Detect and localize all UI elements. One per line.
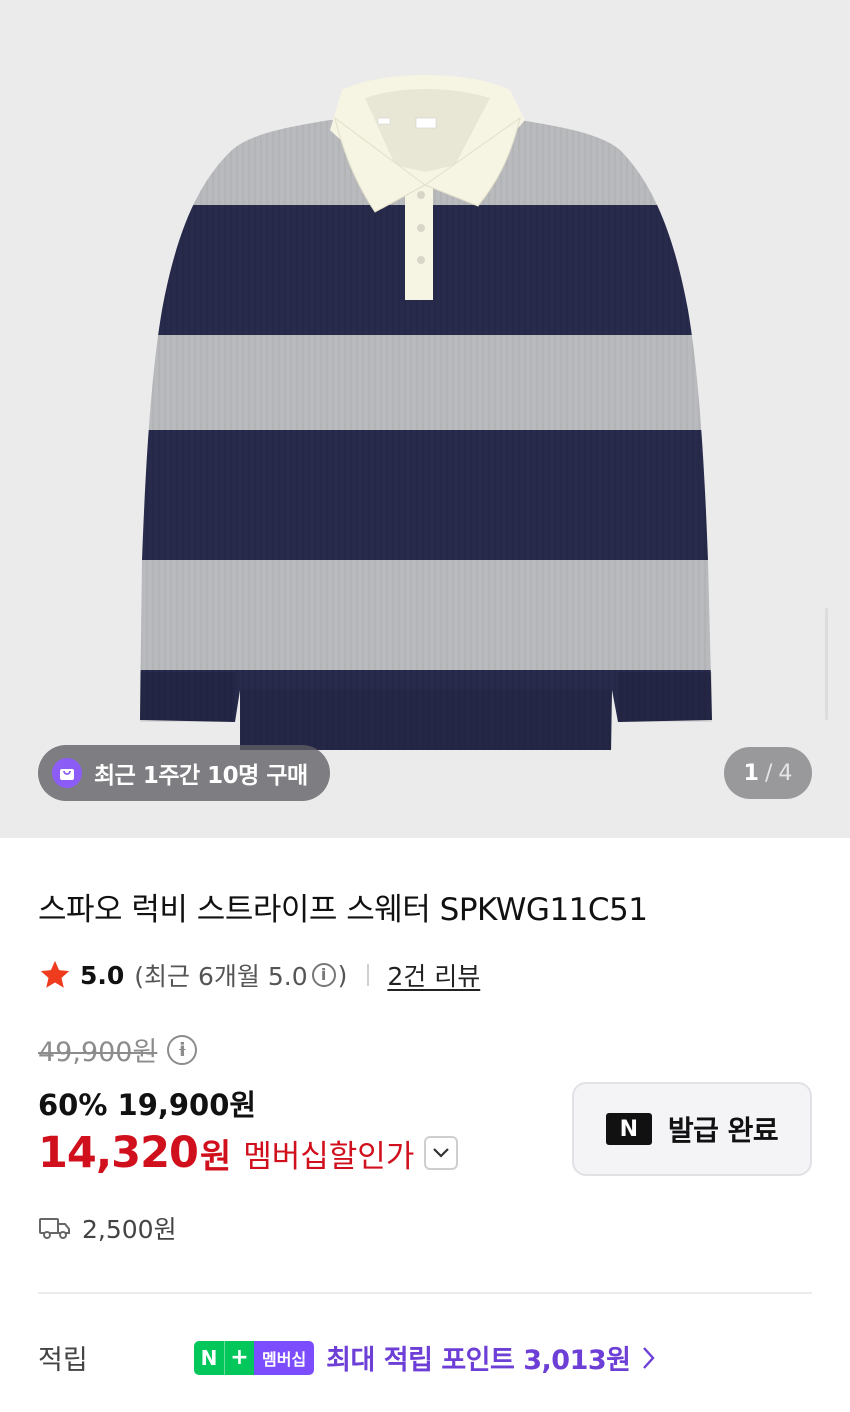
original-price-row: 49,900원 i	[38, 1030, 199, 1069]
shipping-row: 2,500원	[38, 1210, 177, 1246]
chevron-down-icon	[433, 1148, 450, 1158]
member-price-row: 14,320 원 멤버십할인가	[38, 1128, 459, 1178]
shipping-fee: 2,500원	[82, 1215, 177, 1244]
naver-plus-membership-badge: N + 멤버십	[194, 1340, 315, 1375]
image-counter-total: 4	[778, 760, 793, 786]
product-image-gallery[interactable]: 최근 1주간 10명 구매 1 / 4	[0, 0, 850, 838]
rating-row: 5.0 (최근 6개월 5.0 i ) 2건 리뷰	[38, 957, 480, 993]
delivery-truck-icon	[39, 1218, 70, 1239]
rating-divider	[367, 964, 370, 986]
member-price-tag: 멤버십할인가	[243, 1138, 415, 1175]
review-count-link[interactable]: 2건 리뷰	[387, 957, 480, 993]
info-icon[interactable]: i	[311, 963, 336, 987]
shopping-bag-icon	[52, 758, 82, 788]
member-price-unit: 원	[199, 1136, 232, 1177]
rating-recent-prefix: (최근 6개월 5.0	[134, 962, 308, 991]
sale-price: 60% 19,900원	[38, 1088, 257, 1122]
points-label: 적립	[38, 1345, 88, 1376]
original-price: 49,900원	[38, 1037, 158, 1068]
product-title: 스파오 럭비 스트라이프 스웨터 SPKWG11C51	[38, 892, 648, 928]
recent-purchase-text: 최근 1주간 10명 구매	[94, 763, 308, 789]
chevron-right-icon	[642, 1346, 655, 1369]
info-icon[interactable]: i	[167, 1034, 198, 1065]
max-points-text: 최대 적립 포인트 3,013원	[326, 1345, 631, 1376]
rating-recent: (최근 6개월 5.0 i )	[134, 957, 347, 993]
member-price: 14,320	[38, 1128, 199, 1178]
coupon-issued-button[interactable]: N 발급 완료	[572, 1082, 812, 1176]
badge-n: N	[194, 1340, 224, 1375]
rating-score: 5.0	[80, 960, 125, 990]
product-photo-sweater	[140, 75, 712, 750]
recent-purchase-badge: 최근 1주간 10명 구매	[38, 745, 330, 801]
section-divider	[38, 1292, 812, 1294]
rating-recent-suffix: )	[337, 960, 348, 990]
points-row[interactable]: 적립 N + 멤버십 최대 적립 포인트 3,013원	[38, 1338, 657, 1377]
member-price-expand-button[interactable]	[424, 1136, 459, 1170]
image-counter: 1 / 4	[724, 747, 812, 799]
image-counter-separator: /	[764, 760, 773, 786]
badge-plus: +	[224, 1340, 254, 1375]
star-icon	[40, 960, 70, 988]
naver-logo: N	[605, 1113, 652, 1145]
coupon-issued-label: 발급 완료	[667, 1114, 779, 1147]
gallery-scroll-indicator	[825, 608, 828, 720]
badge-membership: 멤버십	[254, 1340, 315, 1375]
image-counter-current: 1	[743, 760, 759, 786]
